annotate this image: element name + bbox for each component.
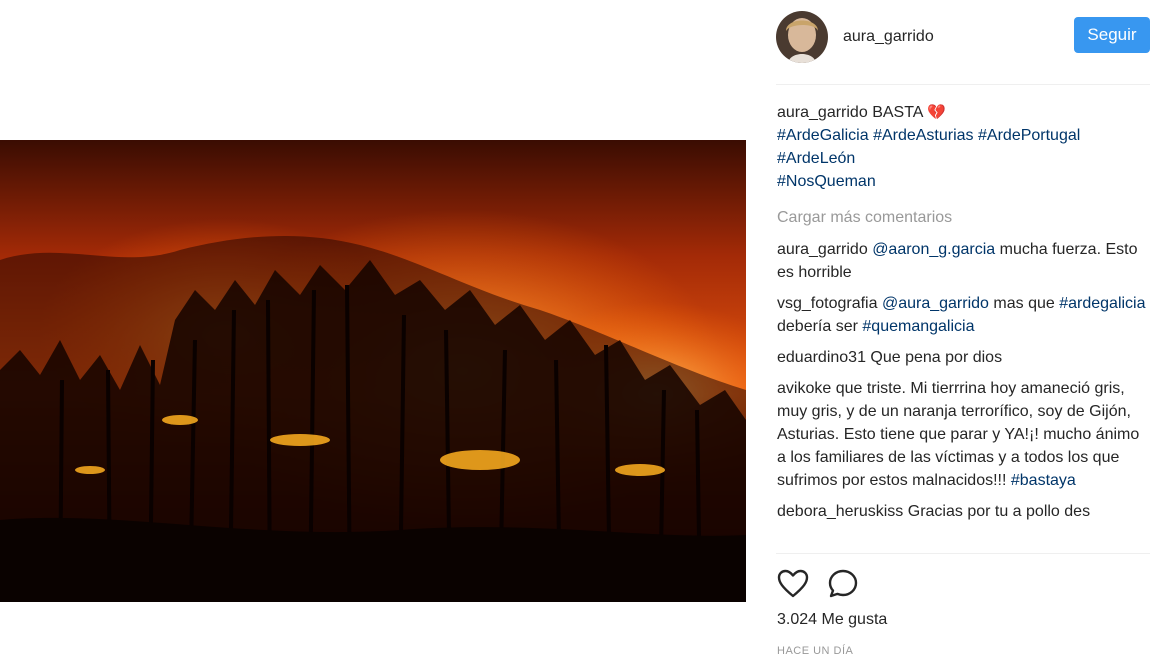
avatar-image	[776, 11, 828, 63]
load-more-comments-link[interactable]: Cargar más comentarios	[777, 206, 1149, 229]
forest-fire-image	[0, 140, 746, 602]
hashtag-link[interactable]: #bastaya	[1011, 472, 1076, 489]
comment-item: vsg_fotografia @aura_garrido mas que #ar…	[777, 292, 1149, 338]
like-count[interactable]: 3.024 Me gusta	[777, 611, 887, 629]
comment-item: eduardino31 Que pena por dios	[777, 346, 1149, 369]
broken-heart-icon: 💔	[927, 104, 946, 121]
hashtag-link[interactable]: #ArdeLeón	[777, 150, 855, 167]
comment-item: debora_heruskiss Gracias por tu a pollo …	[777, 500, 1149, 523]
post-header: aura_garrido Seguir	[776, 8, 1150, 66]
media-pane	[0, 0, 760, 655]
comment-item: aura_garrido @aaron_g.garcia mucha fuerz…	[777, 238, 1149, 284]
comment-username[interactable]: debora_heruskiss	[777, 503, 903, 520]
comments-list: aura_garrido BASTA 💔 #ArdeGalicia #ArdeA…	[777, 101, 1149, 550]
comment-username[interactable]: vsg_fotografia	[777, 295, 878, 312]
post-sidebar: aura_garrido Seguir aura_garrido BASTA 💔…	[760, 0, 1150, 655]
post-photo[interactable]	[0, 140, 746, 602]
hashtag-link[interactable]: #quemangalicia	[862, 318, 974, 335]
heart-outline-icon[interactable]	[776, 567, 810, 601]
comment-text: Que pena por dios	[870, 349, 1003, 366]
comment-username[interactable]: aura_garrido	[777, 241, 868, 258]
hashtag-link[interactable]: #ArdeAsturias	[873, 127, 974, 144]
mention-link[interactable]: @aura_garrido	[882, 295, 989, 312]
comment-text: que triste. Mi tierrrina hoy amaneció gr…	[777, 380, 1140, 489]
post-timestamp: HACE UN DÍA	[777, 645, 854, 655]
mention-link[interactable]: @aaron_g.garcia	[872, 241, 995, 258]
actions-divider	[776, 553, 1150, 554]
comment-text: mas que	[993, 295, 1055, 312]
post-actions	[776, 566, 876, 602]
hashtag-link[interactable]: #ArdePortugal	[978, 127, 1080, 144]
comment-username[interactable]: avikoke	[777, 380, 831, 397]
comment-item: avikoke que triste. Mi tierrrina hoy ama…	[777, 377, 1149, 492]
comment-text: Gracias por tu a pollo des	[907, 503, 1091, 520]
hashtag-link[interactable]: #ardegalicia	[1059, 295, 1145, 312]
comment-bubble-icon[interactable]	[826, 567, 860, 601]
caption-text: BASTA	[872, 104, 923, 121]
post-caption: aura_garrido BASTA 💔 #ArdeGalicia #ArdeA…	[777, 101, 1149, 193]
header-divider	[776, 84, 1150, 85]
hashtag-link[interactable]: #NosQueman	[777, 173, 876, 190]
hashtag-link[interactable]: #ArdeGalicia	[777, 127, 869, 144]
follow-button[interactable]: Seguir	[1074, 17, 1150, 53]
post-author-username[interactable]: aura_garrido	[843, 28, 934, 46]
caption-username[interactable]: aura_garrido	[777, 104, 868, 121]
avatar[interactable]	[776, 11, 828, 63]
comment-username[interactable]: eduardino31	[777, 349, 866, 366]
comment-text: debería ser	[777, 318, 858, 335]
